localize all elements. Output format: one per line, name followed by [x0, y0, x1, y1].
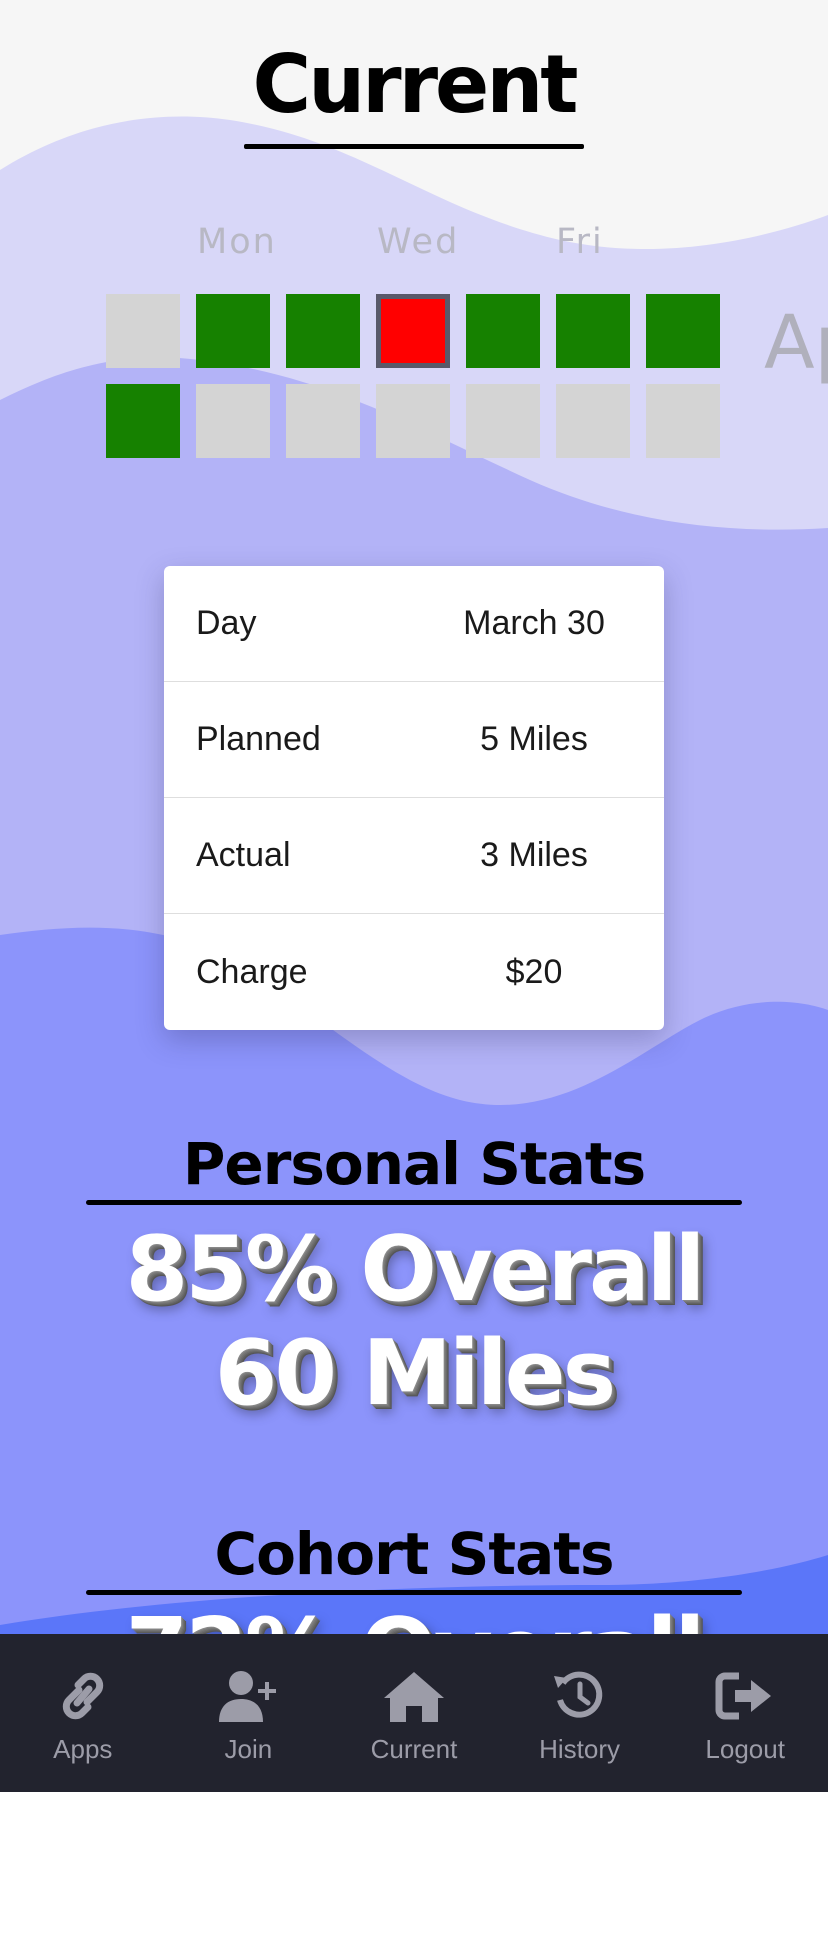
calendar-day-done[interactable] [286, 294, 360, 368]
nav-label: Join [224, 1734, 273, 1764]
nav-label: Current [370, 1734, 458, 1764]
cohort-stats-underline [86, 1590, 742, 1595]
day-label-mon: Mon [197, 222, 277, 262]
day-label-wed: Wed [377, 222, 460, 262]
user-plus-icon [219, 1671, 277, 1722]
detail-value: 3 Miles [480, 836, 588, 874]
nav-item-join[interactable]: Join [166, 1634, 332, 1792]
detail-row-planned: Planned 5 Miles [164, 682, 664, 798]
day-detail-card: Day March 30 Planned 5 Miles Actual 3 Mi… [164, 566, 664, 1030]
calendar-day-empty[interactable] [286, 384, 360, 458]
detail-row-charge: Charge $20 [164, 914, 664, 1030]
bottom-nav: Apps Join Current History Logout [0, 1634, 828, 1792]
home-icon [383, 1672, 444, 1722]
nav-item-logout[interactable]: Logout [662, 1634, 828, 1792]
calendar-day-empty[interactable] [376, 384, 450, 458]
cohort-overall-stat: 72% Overall [0, 1600, 828, 1635]
calendar-day-empty[interactable] [466, 384, 540, 458]
calendar-day-empty[interactable] [646, 384, 720, 458]
detail-value: March 30 [463, 604, 605, 642]
calendar-day-empty[interactable] [556, 384, 630, 458]
detail-label: Charge [196, 952, 308, 991]
calendar-day-done[interactable] [196, 294, 270, 368]
cohort-stats-heading: Cohort Stats [214, 1520, 615, 1588]
calendar-day-done[interactable] [556, 294, 630, 368]
title-underline [244, 144, 584, 149]
calendar-day-empty[interactable] [196, 384, 270, 458]
calendar-day-done[interactable] [106, 384, 180, 458]
current-screen: Current Mon Wed Fri Ap Day March 30 Plan… [0, 0, 828, 1634]
nav-label: History [539, 1734, 621, 1764]
personal-stats-underline [86, 1200, 742, 1205]
detail-row-actual: Actual 3 Miles [164, 798, 664, 914]
logout-icon [715, 1672, 772, 1720]
detail-value: $20 [505, 952, 563, 991]
detail-label: Actual [196, 836, 291, 874]
calendar-day-done[interactable] [646, 294, 720, 368]
calendar-day-missed[interactable] [376, 294, 450, 368]
nav-item-current[interactable]: Current [331, 1634, 497, 1792]
personal-miles-stat: 60 Miles [214, 1321, 616, 1426]
detail-label: Day [196, 604, 257, 642]
calendar-day-done[interactable] [466, 294, 540, 368]
nav-label: Logout [705, 1734, 785, 1764]
link-icon [62, 1672, 103, 1720]
history-icon [553, 1671, 602, 1718]
page-title: Current [252, 38, 578, 131]
nav-label: Apps [53, 1734, 113, 1764]
activity-calendar [106, 294, 720, 462]
day-label-fri: Fri [556, 222, 604, 262]
detail-row-day: Day March 30 [164, 566, 664, 682]
personal-stats-heading: Personal Stats [182, 1130, 646, 1198]
month-label: Ap [764, 300, 828, 386]
nav-item-apps[interactable]: Apps [0, 1634, 166, 1792]
detail-value: 5 Miles [480, 720, 588, 758]
personal-overall-stat: 85% Overall [125, 1217, 706, 1322]
nav-item-history[interactable]: History [497, 1634, 663, 1792]
detail-label: Planned [196, 720, 321, 758]
calendar-day-empty[interactable] [106, 294, 180, 368]
